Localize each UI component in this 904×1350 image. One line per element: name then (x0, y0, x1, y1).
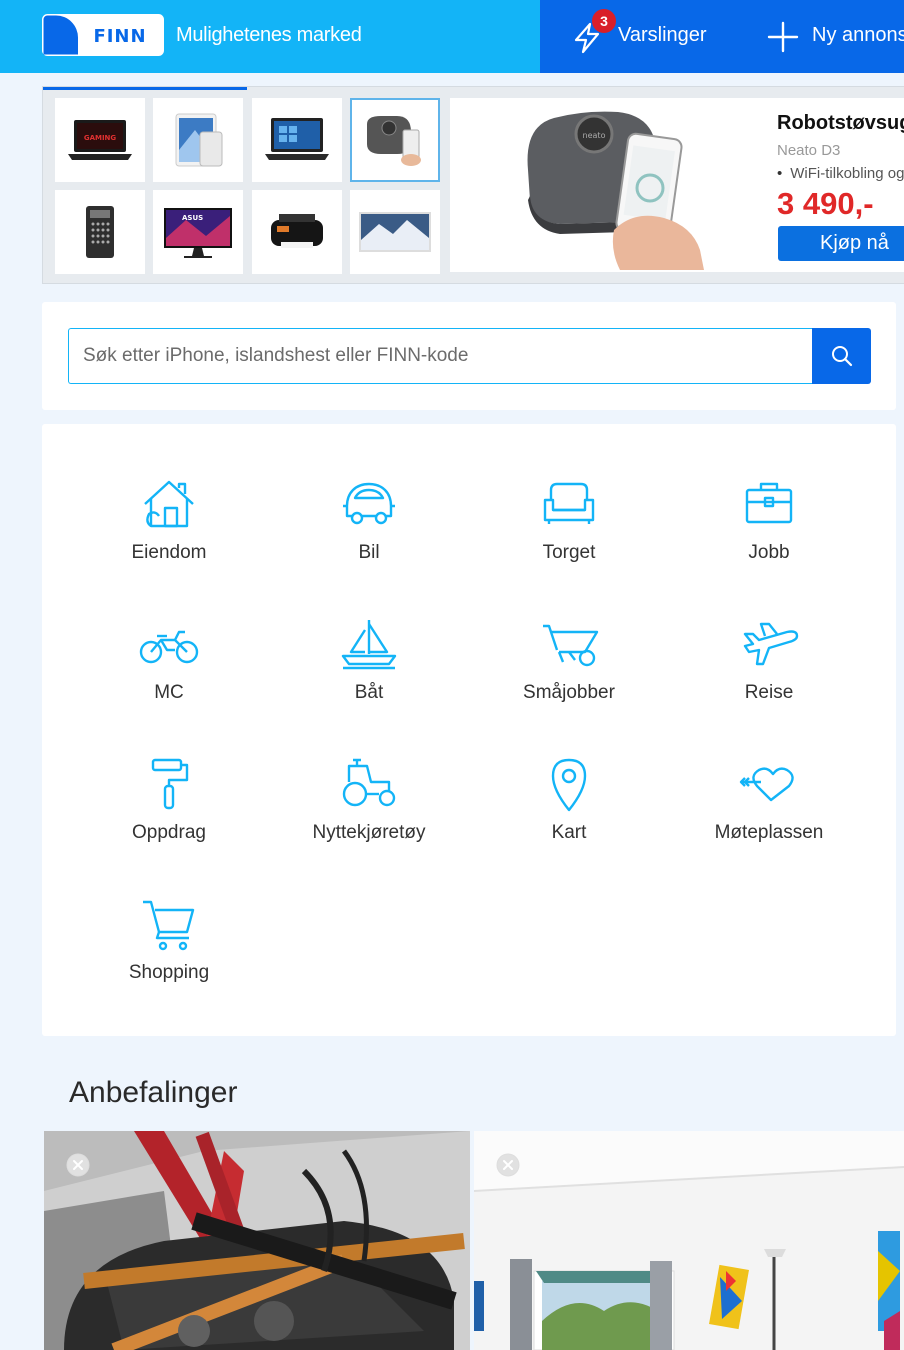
category-label: MC (154, 682, 184, 703)
thumbnail-laptop[interactable]: GAMING (55, 98, 145, 182)
search-button[interactable] (812, 328, 871, 384)
category-torget[interactable]: Torget (469, 476, 669, 586)
search-input[interactable] (68, 328, 813, 384)
finn-logo[interactable]: FINN (42, 14, 164, 56)
shopping-cart-icon (143, 900, 195, 951)
header-actions: 3 Varslinger Ny annonse (540, 0, 904, 73)
category-label: Reise (744, 682, 794, 703)
house-icon (144, 480, 194, 528)
thumbnail-laptop-2[interactable] (252, 98, 342, 182)
svg-text:GAMING: GAMING (84, 134, 117, 142)
top-header: FINN Mulighetenes marked 3 Varslinger Ny… (0, 0, 904, 73)
banner-accent-bar (43, 87, 247, 90)
robot-vacuum-product-image: neato (527, 111, 704, 270)
close-icon[interactable] (66, 1153, 90, 1177)
category-label: Nyttekjøretøy (312, 822, 426, 843)
paint-roller-icon (151, 758, 189, 810)
ad-product-title: Robotstøvsuger (777, 112, 904, 134)
tablet-image (175, 113, 223, 167)
monitor-image: ASUS (164, 208, 232, 258)
notifications-label: Varslinger (618, 24, 707, 46)
category-smajobber[interactable]: Småjobber (469, 616, 669, 726)
category-eiendom[interactable]: Eiendom (69, 476, 269, 586)
briefcase-icon (745, 482, 793, 524)
notifications-button[interactable]: 3 Varslinger (572, 9, 712, 56)
category-label: Båt (354, 682, 384, 703)
motorcycle-icon (139, 630, 199, 664)
laptop-image (265, 118, 329, 160)
notifications-badge: 3 (592, 9, 616, 33)
search-card (42, 302, 896, 410)
heart-arrow-icon (739, 767, 794, 802)
category-label: Kart (551, 822, 587, 843)
category-jobb[interactable]: Jobb (669, 476, 869, 586)
category-label: Møteplassen (714, 822, 824, 843)
recommendation-image-engine (44, 1131, 470, 1350)
ad-product-subtitle: Neato D3 (777, 142, 841, 159)
category-grid: Eiendom Bil Torget Jobb MC Båt Småjobber… (42, 424, 896, 1036)
category-label: Shopping (128, 962, 210, 983)
recommendations-heading: Anbefalinger (69, 1076, 238, 1109)
thumbnail-monitor[interactable]: ASUS (153, 190, 243, 274)
tagline: Mulighetenes marked (176, 24, 362, 46)
laptop-image: GAMING (68, 120, 132, 160)
category-mc[interactable]: MC (69, 616, 269, 726)
new-ad-label: Ny annonse (812, 24, 904, 46)
category-label: Oppdrag (132, 822, 206, 843)
category-label: Jobb (748, 542, 790, 563)
category-label: Bil (358, 542, 380, 563)
ad-price: 3 490,- (777, 186, 874, 221)
sofa-icon (543, 482, 595, 524)
category-bat[interactable]: Båt (269, 616, 469, 726)
tractor-icon (342, 758, 396, 807)
thumbnail-tv[interactable] (350, 190, 440, 274)
category-nyttekjoretoy[interactable]: Nyttekjøretøy (269, 756, 469, 866)
recommendation-card[interactable] (474, 1131, 904, 1350)
tv-image (359, 212, 431, 252)
printer-image (271, 214, 323, 248)
category-moteplassen[interactable]: Møteplassen (669, 756, 869, 866)
car-icon (343, 482, 395, 525)
banner-ad[interactable]: GAMING ASUS neato Robotstøvsuger Neato D… (42, 86, 904, 284)
logo-text: FINN (93, 26, 146, 47)
map-pin-icon (551, 758, 587, 812)
category-oppdrag[interactable]: Oppdrag (69, 756, 269, 866)
sailboat-icon (341, 620, 397, 670)
ad-product-bullet: WiFi-tilkobling og app (777, 165, 904, 182)
close-icon[interactable] (496, 1153, 520, 1177)
recommendation-card[interactable] (44, 1131, 470, 1350)
search-icon (831, 346, 852, 367)
svg-text:neato: neato (583, 131, 606, 140)
robot-vacuum-image (367, 116, 421, 166)
svg-text:ASUS: ASUS (182, 214, 203, 222)
wheelbarrow-icon (543, 624, 599, 667)
buy-now-button[interactable]: Kjøp nå (778, 226, 904, 261)
category-kart[interactable]: Kart (469, 756, 669, 866)
airplane-icon (743, 622, 799, 666)
category-shopping[interactable]: Shopping (69, 896, 269, 1006)
ad-main-panel[interactable]: neato Robotstøvsuger Neato D3 WiFi-tilko… (450, 98, 904, 272)
category-bil[interactable]: Bil (269, 476, 469, 586)
thumbnail-printer[interactable] (252, 190, 342, 274)
category-reise[interactable]: Reise (669, 616, 869, 726)
thumbnail-robot-vacuum[interactable] (350, 98, 440, 182)
category-label: Eiendom (131, 542, 207, 563)
category-label: Småjobber (523, 682, 615, 703)
thumbnail-radio[interactable] (55, 190, 145, 274)
radio-image (86, 206, 114, 258)
recommendation-image-apartment (474, 1131, 904, 1350)
plus-icon (767, 21, 799, 53)
thumbnail-tablet[interactable] (153, 98, 243, 182)
category-label: Torget (542, 542, 596, 563)
